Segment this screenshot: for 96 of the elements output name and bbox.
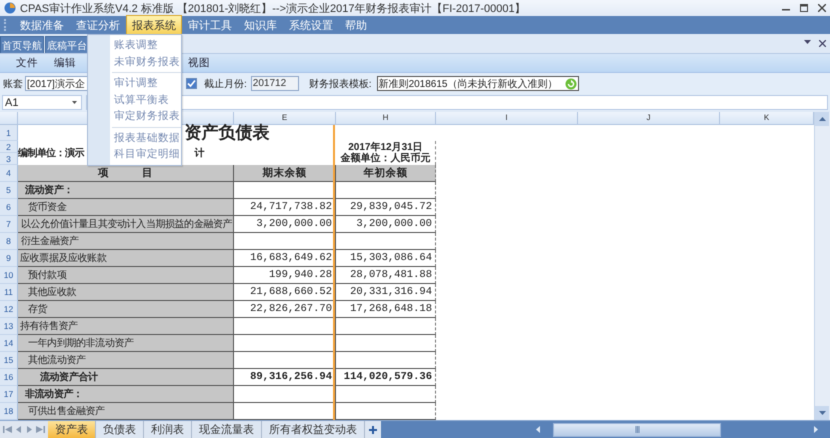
last-sheet-icon[interactable] [36, 426, 45, 433]
menu-option[interactable]: 报表基础数据 [88, 130, 181, 146]
sheet-tab[interactable]: 所有者权益变动表 [262, 421, 365, 438]
close-icon[interactable] [819, 40, 826, 47]
column-header[interactable]: K [720, 112, 814, 125]
down-arrow-icon [818, 411, 826, 415]
table-cell: 货币资金 [18, 199, 234, 216]
refresh-icon[interactable] [564, 78, 577, 90]
table-cell: 存货 [18, 301, 234, 318]
menu-option[interactable]: 审定财务报表 [88, 108, 181, 124]
row-header[interactable]: 18 [0, 403, 18, 420]
row-header[interactable]: 7 [0, 216, 18, 233]
menu-item[interactable]: 审计工具 [182, 14, 238, 36]
nav-tab[interactable]: 首页导航 [0, 36, 44, 53]
ribbon-tab[interactable]: 编辑 [54, 56, 76, 70]
table-cell-text: 计 [194, 146, 204, 160]
column-header[interactable]: I [436, 112, 578, 125]
scroll-down-button[interactable] [815, 406, 829, 420]
table-cell: 非流动资产： [18, 386, 234, 403]
menu-item[interactable]: 系统设置 [283, 14, 339, 36]
row-header[interactable]: 16 [0, 369, 18, 386]
table-cell: 应收票据及应收账款 [18, 250, 234, 267]
menu-option[interactable]: 账表调整 [88, 37, 181, 54]
scroll-left-icon[interactable] [536, 426, 540, 433]
row-header[interactable]: 2 [0, 141, 18, 153]
table-cell: 金额单位：人民币元 [340, 153, 430, 164]
checkbox[interactable] [186, 78, 197, 89]
table-cell: 其他应收款 [18, 284, 234, 301]
row-header[interactable]: 14 [0, 335, 18, 352]
nav-tab[interactable]: 底稿平台 [45, 36, 89, 53]
column-header[interactable]: H [336, 112, 436, 125]
ribbon-tab[interactable]: 文件 [16, 56, 38, 70]
row-header[interactable]: 15 [0, 352, 18, 369]
row-header[interactable]: 3 [0, 153, 18, 165]
table-cell-text: 编制单位：演示 [18, 146, 84, 160]
column-header[interactable]: J [578, 112, 720, 125]
previous-sheet-icon[interactable] [14, 426, 23, 433]
table-cell: 2017年12月31日 [348, 142, 423, 153]
row-header[interactable]: 8 [0, 233, 18, 250]
menu-item[interactable]: 知识库 [238, 14, 283, 36]
table-cell: 流动资产合计 [18, 369, 234, 386]
table-cell: 衍生金融资产 [18, 233, 234, 250]
table-cell: 流动资产： [18, 182, 234, 199]
sheet-tab[interactable]: 资产表 [48, 421, 96, 438]
account-label: 账套 [3, 78, 23, 90]
month-field[interactable]: 201712 [250, 76, 299, 91]
window-title: CPAS审计作业系统V4.2 标准版 【201801-刘晓红】-->演示企业2017年财务报表审计【FI-2017-00001】 [20, 2, 526, 16]
row-header[interactable]: 1 [0, 125, 18, 141]
sheet-title: 资产负债表 [184, 125, 270, 141]
row-header[interactable]: 6 [0, 199, 18, 216]
menu-option[interactable]: 审计调整 [88, 75, 181, 92]
table-header: 项 目 [18, 165, 234, 182]
table-header: 年初余额 [336, 165, 436, 182]
menu-item[interactable]: 报表系统 [126, 14, 182, 36]
next-sheet-icon[interactable] [25, 426, 34, 433]
table-cell: 以公允价值计量且其变动计入当期损益的金融资产 [18, 216, 234, 233]
table-cell: 可供出售金融资产 [18, 403, 234, 420]
sheet-tab[interactable]: 现金流量表 [192, 421, 262, 438]
menu-item[interactable]: 数据准备 [14, 14, 70, 36]
first-sheet-icon[interactable] [3, 426, 12, 433]
row-header[interactable]: 17 [0, 386, 18, 403]
menu-option[interactable]: 未审财务报表 [88, 54, 181, 70]
row-header[interactable]: 9 [0, 250, 18, 267]
month-label: 截止月份: [204, 78, 247, 90]
add-sheet-button[interactable] [365, 421, 381, 438]
table-header: 期末余额 [234, 165, 336, 182]
menu-item[interactable]: 查证分析 [70, 14, 126, 36]
sheet-tab[interactable]: 利润表 [144, 421, 192, 438]
table-cell: 一年内到期的非流动资产 [18, 335, 234, 352]
up-arrow-icon [818, 117, 826, 121]
menu-option[interactable]: 科目审定明细 [88, 146, 181, 162]
row-header[interactable]: 12 [0, 301, 18, 318]
ribbon-tab[interactable]: 视图 [188, 56, 210, 70]
close-icon[interactable] [818, 4, 826, 12]
row-header[interactable]: 13 [0, 318, 18, 335]
table-cell: 其他流动资产 [18, 352, 234, 369]
row-header[interactable]: 11 [0, 284, 18, 301]
menu-item[interactable]: 帮助 [339, 14, 373, 36]
maximize-icon[interactable] [800, 4, 808, 12]
plus-icon [369, 426, 377, 434]
column-header[interactable]: E [234, 112, 336, 125]
row-header[interactable]: 5 [0, 182, 18, 199]
scroll-up-button[interactable] [815, 112, 829, 126]
scroll-right-icon[interactable] [814, 426, 818, 433]
row-header[interactable]: 10 [0, 267, 18, 284]
template-field[interactable]: 新准则2018615（尚未执行新收入准则） [376, 76, 579, 91]
menu-option[interactable]: 试算平衡表 [88, 92, 181, 108]
table-cell: 持有待售资产 [18, 318, 234, 335]
row-header[interactable]: 4 [0, 165, 18, 182]
sheet-tab[interactable]: 负债表 [96, 421, 144, 438]
dropdown-icon[interactable] [804, 40, 811, 45]
name-box[interactable]: A1 [2, 95, 82, 110]
template-label: 财务报表模板: [308, 78, 372, 90]
app-logo-icon [4, 2, 16, 14]
scrollbar-thumb[interactable] [553, 422, 721, 436]
table-cell: 预付款项 [18, 267, 234, 284]
